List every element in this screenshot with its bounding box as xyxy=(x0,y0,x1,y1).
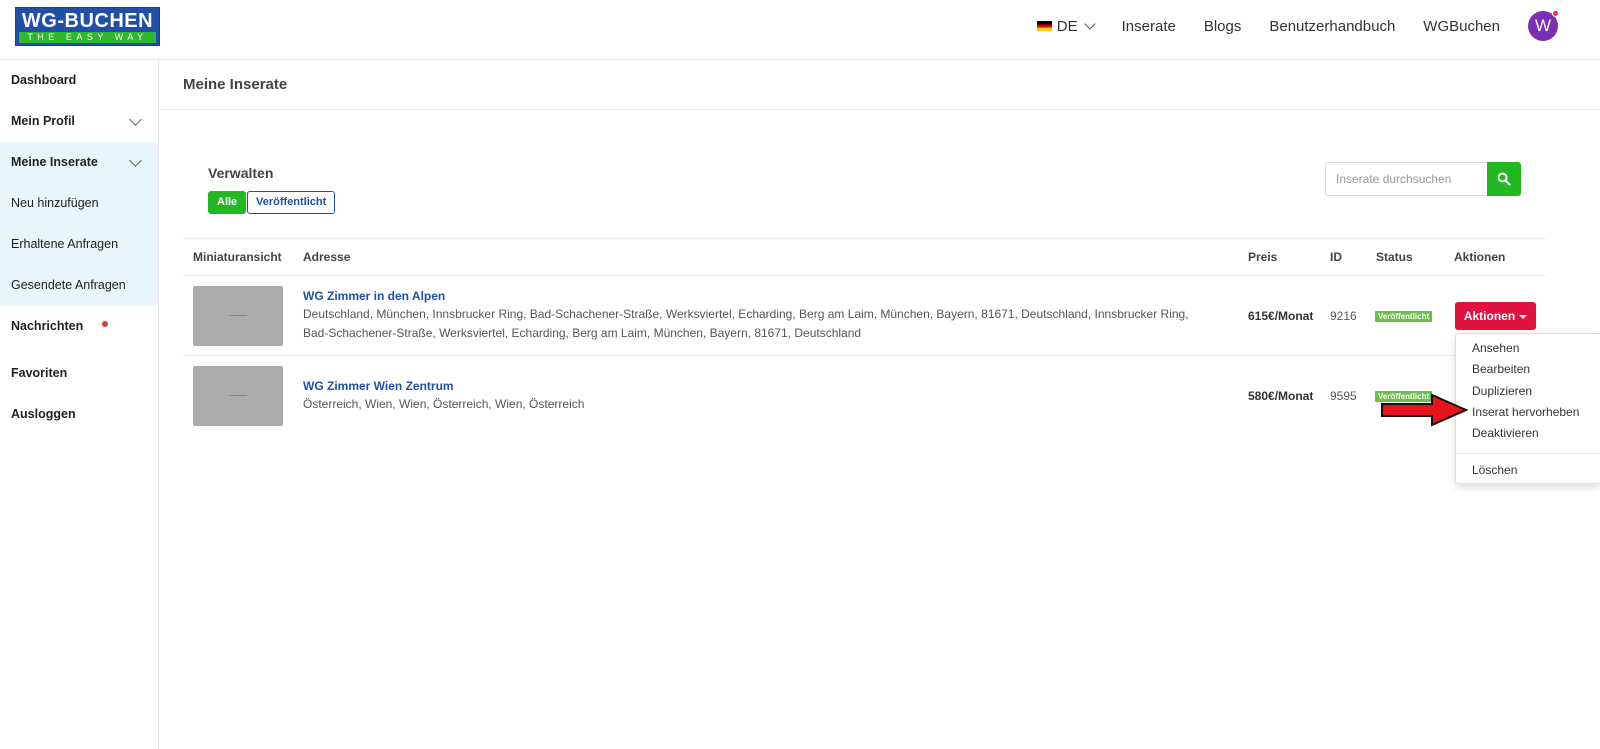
listing-thumbnail[interactable] xyxy=(193,366,283,426)
sidebar-item-label: Meine Inserate xyxy=(11,155,98,169)
status-badge: Veröffentlicht xyxy=(1375,311,1433,322)
menu-item-bearbeiten[interactable]: Bearbeiten xyxy=(1472,362,1530,376)
sidebar-item-neu-hinzufuegen[interactable]: Neu hinzufügen xyxy=(0,183,158,224)
nav-link-inserate[interactable]: Inserate xyxy=(1122,18,1176,35)
sidebar-item-favoriten[interactable]: Favoriten xyxy=(0,353,158,394)
logo-text: WG-BUCHEN xyxy=(21,10,154,32)
listing-price: 580€/Monat xyxy=(1248,389,1314,403)
sidebar-item-label: Mein Profil xyxy=(11,114,75,128)
col-header-id: ID xyxy=(1330,250,1342,264)
sidebar-item-label: Dashboard xyxy=(11,73,77,87)
sidebar-item-mein-profil[interactable]: Mein Profil xyxy=(0,101,158,142)
sidebar-item-dashboard[interactable]: Dashboard xyxy=(0,60,158,101)
menu-item-deaktivieren[interactable]: Deaktivieren xyxy=(1472,426,1539,440)
page-title-bar: Meine Inserate xyxy=(159,60,1600,110)
site-logo[interactable]: WG-BUCHEN THE EASY WAY xyxy=(15,7,160,46)
sidebar-item-label: Favoriten xyxy=(11,366,68,380)
listing-title-link[interactable]: WG Zimmer in den Alpen xyxy=(303,289,445,303)
sidebar-item-label: Nachrichten xyxy=(11,319,84,333)
col-header-actions: Aktionen xyxy=(1454,250,1506,264)
main-nav: DE Inserate Blogs Benutzerhandbuch WGBuc… xyxy=(1036,0,1600,52)
sidebar-item-ausloggen[interactable]: Ausloggen xyxy=(0,394,158,435)
language-selector[interactable]: DE xyxy=(1036,17,1096,35)
col-header-price: Preis xyxy=(1248,250,1278,264)
nav-link-blogs[interactable]: Blogs xyxy=(1204,18,1242,35)
listing-address: Österreich, Wien, Wien, Österreich, Wien… xyxy=(303,397,585,411)
nav-link-benutzerhandbuch[interactable]: Benutzerhandbuch xyxy=(1269,18,1395,35)
listing-thumbnail[interactable] xyxy=(193,286,283,346)
notification-dot xyxy=(1552,10,1559,17)
user-avatar[interactable]: W xyxy=(1528,10,1559,41)
chevron-down-icon xyxy=(129,113,142,126)
unread-dot xyxy=(102,321,108,327)
col-header-status: Status xyxy=(1376,250,1413,264)
row-divider xyxy=(183,355,1546,356)
sidebar: Dashboard Mein Profil Meine Inserate Neu… xyxy=(0,60,159,749)
menu-item-duplizieren[interactable]: Duplizieren xyxy=(1472,384,1532,398)
search-input[interactable] xyxy=(1325,162,1487,196)
listing-price: 615€/Monat xyxy=(1248,309,1314,323)
sidebar-item-label: Erhaltene Anfragen xyxy=(11,237,119,251)
menu-divider xyxy=(1456,453,1600,454)
sidebar-item-meine-inserate[interactable]: Meine Inserate xyxy=(0,142,158,183)
search-button[interactable] xyxy=(1487,162,1521,196)
actions-dropdown-menu: Ansehen Bearbeiten Duplizieren Inserat h… xyxy=(1455,333,1600,484)
manage-heading: Verwalten xyxy=(208,165,274,181)
caret-down-icon xyxy=(1519,314,1528,319)
menu-item-ansehen[interactable]: Ansehen xyxy=(1472,341,1519,355)
listing-address: Deutschland, München, Innsbrucker Ring, … xyxy=(303,307,1189,340)
table-top-divider xyxy=(183,238,1546,239)
sidebar-item-nachrichten[interactable]: Nachrichten xyxy=(0,306,158,347)
listing-id: 9216 xyxy=(1330,309,1357,323)
nav-link-wgbuchen[interactable]: WGBuchen xyxy=(1423,18,1500,35)
search-icon xyxy=(1497,172,1511,186)
red-arrow-icon xyxy=(1381,393,1468,427)
sidebar-item-label: Gesendete Anfragen xyxy=(11,278,126,292)
actions-button-label: Aktionen xyxy=(1463,309,1516,323)
listing-title-link[interactable]: WG Zimmer Wien Zentrum xyxy=(303,379,454,393)
avatar-initial: W xyxy=(1534,16,1552,35)
sidebar-item-erhaltene-anfragen[interactable]: Erhaltene Anfragen xyxy=(0,224,158,265)
germany-flag-icon xyxy=(1036,21,1052,31)
actions-dropdown-button[interactable]: Aktionen xyxy=(1455,302,1536,330)
filter-published-button[interactable]: Veröffentlicht xyxy=(247,191,336,214)
sidebar-item-gesendete-anfragen[interactable]: Gesendete Anfragen xyxy=(0,265,158,306)
language-label: DE xyxy=(1056,17,1078,35)
chevron-down-icon xyxy=(129,154,142,167)
listing-id: 9595 xyxy=(1330,389,1357,403)
page-title: Meine Inserate xyxy=(183,76,288,93)
top-header: WG-BUCHEN THE EASY WAY DE Inserate Blogs… xyxy=(0,0,1600,60)
col-header-thumbnail: Miniaturansicht xyxy=(193,250,282,264)
header-divider xyxy=(183,275,1546,276)
chevron-down-icon xyxy=(1083,18,1096,30)
col-header-address: Adresse xyxy=(303,250,351,264)
filter-all-button[interactable]: Alle xyxy=(208,191,247,214)
sidebar-item-label: Neu hinzufügen xyxy=(11,196,99,210)
sidebar-item-label: Ausloggen xyxy=(11,407,76,421)
menu-item-hervorheben[interactable]: Inserat hervorheben xyxy=(1472,405,1579,419)
logo-tagline: THE EASY WAY xyxy=(19,32,156,43)
menu-item-loeschen[interactable]: Löschen xyxy=(1472,463,1517,477)
